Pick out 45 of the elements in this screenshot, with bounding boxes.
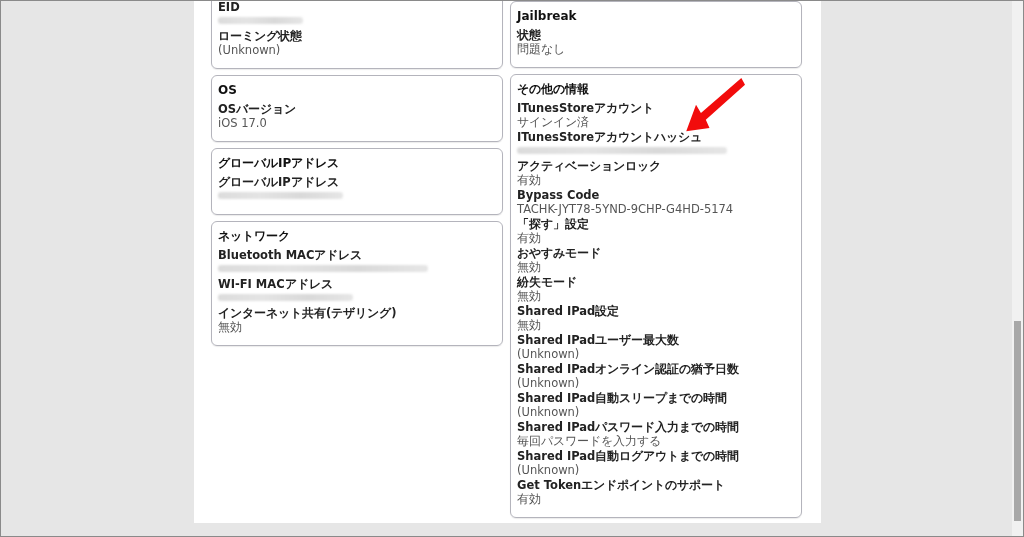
field-label: Shared IPadパスワード入力までの時間: [517, 421, 740, 434]
field-label: OSバージョン: [218, 103, 297, 116]
field-label: ITunesStoreアカウント: [517, 102, 655, 115]
field-label: Get Tokenエンドポイントのサポート: [517, 479, 726, 492]
field-label: Shared IPadオンライン認証の猶予日数: [517, 363, 740, 376]
field-value: 有効: [517, 231, 541, 245]
field-label: Shared IPadユーザー最大数: [517, 334, 680, 347]
field-value: 無効: [517, 318, 541, 332]
field-value: 有効: [517, 173, 541, 187]
field-value: (Unknown): [517, 376, 580, 390]
field-label: WI-FI MACアドレス: [218, 278, 333, 291]
field-label: 「探す」設定: [517, 218, 589, 231]
field-value: (Unknown): [517, 405, 580, 419]
card-title: グローバルIPアドレス: [218, 155, 341, 171]
field-value: 無効: [517, 260, 541, 274]
field-label: EID: [218, 1, 240, 14]
field-value: 有効: [517, 492, 541, 506]
field-label: Bluetooth MACアドレス: [218, 249, 363, 262]
field-label: インターネット共有(テザリング): [218, 307, 397, 320]
field-value: (Unknown): [517, 347, 580, 361]
field-label: アクティベーションロック: [517, 160, 661, 173]
field-label: ITunesStoreアカウントハッシュ: [517, 131, 703, 144]
field-value: 毎回パスワードを入力する: [517, 434, 661, 448]
field-value: 無効: [218, 320, 242, 334]
field-label: Bypass Code: [517, 189, 600, 202]
card-title: OS: [218, 82, 238, 98]
field-label: おやすみモード: [517, 247, 601, 260]
scrollbar-thumb[interactable]: [1014, 321, 1021, 521]
field-value: (Unknown): [517, 463, 580, 477]
field-value: TACHK-JYT78-5YND-9CHP-G4HD-5174: [517, 202, 734, 216]
field-label: 状態: [517, 29, 541, 42]
field-label: 紛失モード: [517, 276, 577, 289]
field-label: グローバルIPアドレス: [218, 176, 339, 189]
card-title: ネットワーク: [218, 228, 291, 244]
card-title: Jailbreak: [517, 8, 578, 24]
field-value: 問題なし: [517, 42, 565, 56]
field-value: iOS 17.0: [218, 116, 267, 130]
field-label: Shared IPad自動ログアウトまでの時間: [517, 450, 740, 463]
card-title: その他の情報: [517, 81, 590, 97]
field-label: ローミング状態: [218, 30, 302, 43]
field-value: (Unknown): [218, 43, 281, 57]
field-label: Shared IPad自動スリープまでの時間: [517, 392, 728, 405]
field-label: Shared IPad設定: [517, 305, 620, 318]
field-value: サインイン済: [517, 115, 589, 129]
field-value: 無効: [517, 289, 541, 303]
